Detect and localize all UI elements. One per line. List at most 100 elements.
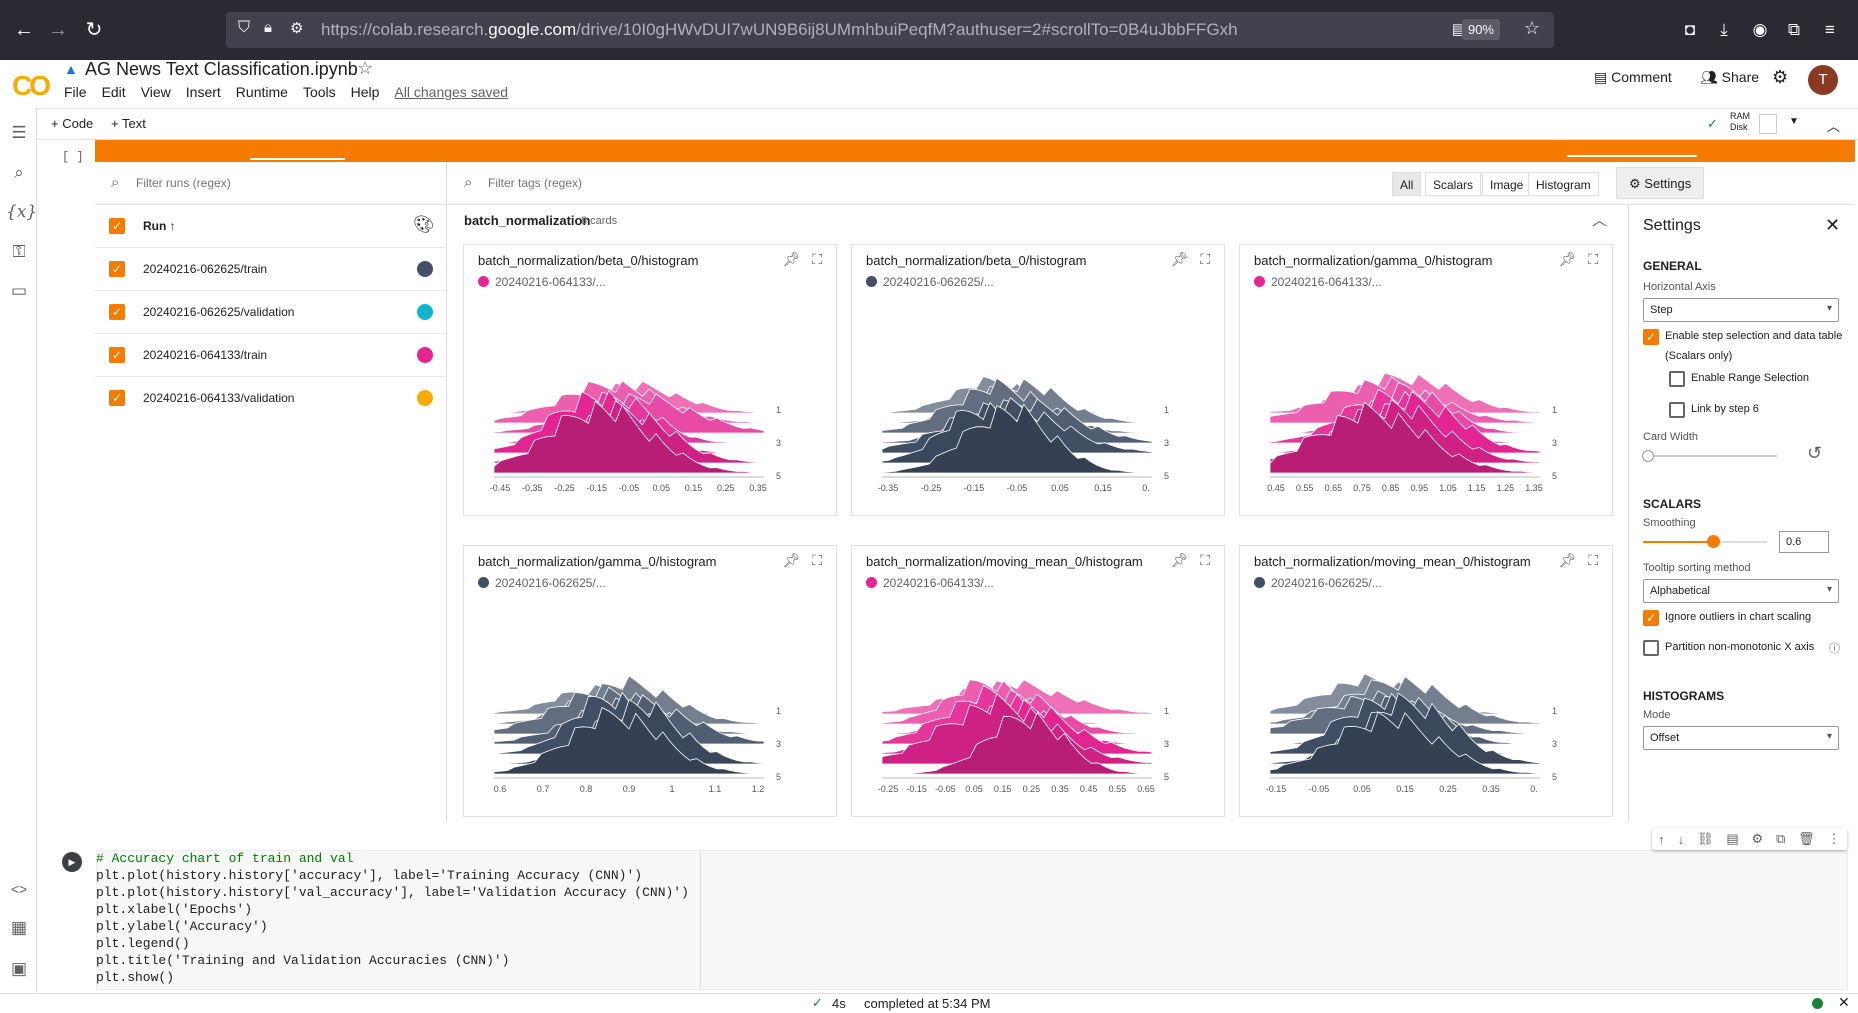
code-text[interactable]: # Accuracy chart of train and val plt.pl…	[96, 850, 689, 986]
card-width-slider[interactable]	[1647, 455, 1777, 457]
select-all-checkbox[interactable]: ✓	[109, 218, 125, 234]
cell-settings-icon[interactable]: ⚙	[1752, 831, 1764, 847]
collapse-up-icon[interactable]: ︿	[1827, 116, 1840, 135]
mode-select[interactable]: Offset	[1643, 726, 1839, 750]
pin-icon[interactable]: 📌︎	[1559, 552, 1577, 568]
enable-step-checkbox[interactable]: ✓	[1643, 329, 1659, 345]
command-palette-icon[interactable]: ▦	[6, 915, 32, 941]
permissions-icon[interactable]: ⚙	[290, 19, 303, 37]
menu-runtime[interactable]: Runtime	[236, 84, 288, 100]
tab-image[interactable]: Image	[1482, 172, 1532, 196]
delete-icon[interactable]: 🗑︎	[1798, 831, 1815, 847]
menu-icon[interactable]: ≡	[1816, 16, 1844, 44]
tags-filter-input[interactable]: Filter tags (regex)	[488, 176, 582, 190]
menu-file[interactable]: File	[64, 84, 87, 100]
menu-insert[interactable]: Insert	[186, 84, 221, 100]
menu-tools[interactable]: Tools	[303, 84, 336, 100]
card-width-handle[interactable]	[1642, 450, 1654, 462]
pin-icon[interactable]: 📌︎	[1171, 552, 1189, 568]
files-folder-icon[interactable]: ▭	[6, 278, 32, 304]
exec-completed[interactable]: completed at 5:34 PM	[864, 996, 990, 1011]
smoothing-input[interactable]: 0.6	[1779, 531, 1829, 553]
chevron-down-icon[interactable]: ▼	[1789, 116, 1799, 127]
fullscreen-icon[interactable]: ⛶	[1200, 251, 1210, 267]
star-icon[interactable]: ☆	[357, 58, 373, 79]
pocket-icon[interactable]: ◘	[1676, 16, 1704, 44]
fullscreen-icon[interactable]: ⛶	[1200, 552, 1210, 568]
run-row[interactable]: ✓ 20240216-062625/validation	[95, 291, 447, 334]
runs-filter[interactable]: ⌕ Filter runs (regex)	[95, 162, 447, 205]
collapse-up-icon[interactable]: ︿	[1592, 209, 1607, 230]
tab-histogram[interactable]: Histogram	[1528, 172, 1599, 196]
account-icon[interactable]: ◉	[1746, 16, 1774, 44]
fullscreen-icon[interactable]: ⛶	[1588, 251, 1598, 267]
search-icon[interactable]: ⌕	[6, 160, 32, 186]
menu-help[interactable]: Help	[351, 84, 380, 100]
settings-button[interactable]: ⚙ Settings	[1616, 167, 1705, 199]
move-down-icon[interactable]: ↓	[1678, 832, 1685, 847]
run-checkbox[interactable]: ✓	[109, 304, 125, 320]
variables-icon[interactable]: {x}	[6, 199, 37, 225]
pin-icon[interactable]: 📌︎	[783, 251, 801, 267]
notebook-title[interactable]: AG News Text Classification.ipynb	[85, 59, 358, 80]
partition-checkbox[interactable]	[1643, 640, 1659, 656]
fullscreen-icon[interactable]: ⛶	[1588, 552, 1598, 568]
menu-view[interactable]: View	[141, 84, 171, 100]
link-by-step-checkbox[interactable]	[1669, 402, 1685, 418]
zoom-badge[interactable]: 90%	[1461, 19, 1500, 40]
address-bar[interactable]: ⛉ 🔒︎ ⚙ https://colab.research.google.com…	[226, 12, 1554, 48]
run-column-header[interactable]: Run ↑	[143, 219, 176, 233]
add-text-button[interactable]: + Text	[111, 116, 146, 131]
add-code-button[interactable]: + Code	[51, 116, 93, 131]
run-color-dot[interactable]	[417, 304, 433, 320]
download-icon[interactable]: ⤓	[1710, 16, 1738, 44]
ignore-outliers-checkbox[interactable]: ✓	[1643, 610, 1659, 626]
save-status[interactable]: All changes saved	[394, 84, 508, 100]
runs-filter-input[interactable]: Filter runs (regex)	[136, 176, 231, 190]
share-button[interactable]: 👥︎ Share	[1700, 69, 1759, 86]
mirror-cell-icon[interactable]: ⧉	[1776, 831, 1785, 847]
run-color-dot[interactable]	[417, 261, 433, 277]
tab-scalars[interactable]: Scalars	[1425, 172, 1482, 196]
run-color-dot[interactable]	[417, 390, 433, 406]
close-icon[interactable]: ✕	[1838, 994, 1850, 1011]
tooltip-sort-select[interactable]: Alphabetical	[1643, 579, 1839, 603]
enable-range-checkbox[interactable]	[1669, 371, 1685, 387]
run-row[interactable]: ✓ 20240216-062625/train	[95, 248, 447, 291]
lock-icon[interactable]: 🔒︎	[264, 19, 272, 36]
reset-icon[interactable]: ↺	[1807, 443, 1822, 464]
menu-edit[interactable]: Edit	[102, 84, 126, 100]
shield-icon[interactable]: ⛉	[238, 19, 250, 37]
more-icon[interactable]: ⋮	[1827, 831, 1840, 847]
run-row[interactable]: ✓ 20240216-064133/validation	[95, 377, 447, 420]
comment-icon[interactable]: ▤	[1726, 831, 1738, 847]
comment-button[interactable]: ▤ Comment	[1594, 69, 1672, 86]
secrets-key-icon[interactable]: ⚿	[6, 239, 32, 265]
run-checkbox[interactable]: ✓	[109, 347, 125, 363]
help-icon[interactable]: ⓘ	[1829, 640, 1840, 656]
forward-icon[interactable]: →	[44, 16, 72, 44]
horizontal-axis-select[interactable]: Step	[1643, 298, 1839, 322]
pin-icon[interactable]: 📌︎	[783, 552, 801, 568]
fullscreen-icon[interactable]: ⛶	[812, 552, 822, 568]
run-cell-button[interactable]: ▶	[62, 852, 82, 872]
code-snippets-icon[interactable]: <>	[6, 876, 32, 902]
smoothing-handle[interactable]	[1707, 535, 1720, 548]
close-icon[interactable]: ✕	[1825, 215, 1840, 236]
run-row[interactable]: ✓ 20240216-064133/train	[95, 334, 447, 377]
move-up-icon[interactable]: ↑	[1658, 832, 1665, 847]
colab-logo[interactable]: CO	[12, 70, 51, 102]
avatar[interactable]: T	[1808, 65, 1838, 95]
tab-all[interactable]: All	[1392, 172, 1422, 196]
fullscreen-icon[interactable]: ⛶	[812, 251, 822, 267]
bookmark-star-icon[interactable]: ☆	[1524, 18, 1540, 39]
settings-gear-icon[interactable]: ⚙	[1772, 67, 1788, 88]
palette-icon[interactable]: 🎨︎	[413, 215, 435, 235]
cell-run-bracket[interactable]: [ ]	[62, 150, 84, 164]
terminal-icon[interactable]: ▣	[6, 956, 32, 982]
resource-graph[interactable]	[1759, 114, 1777, 134]
extensions-icon[interactable]: ⧉	[1780, 16, 1808, 44]
pin-icon[interactable]: 📌︎	[1171, 251, 1189, 267]
run-color-dot[interactable]	[417, 347, 433, 363]
link-icon[interactable]: ⛓	[1697, 831, 1714, 847]
